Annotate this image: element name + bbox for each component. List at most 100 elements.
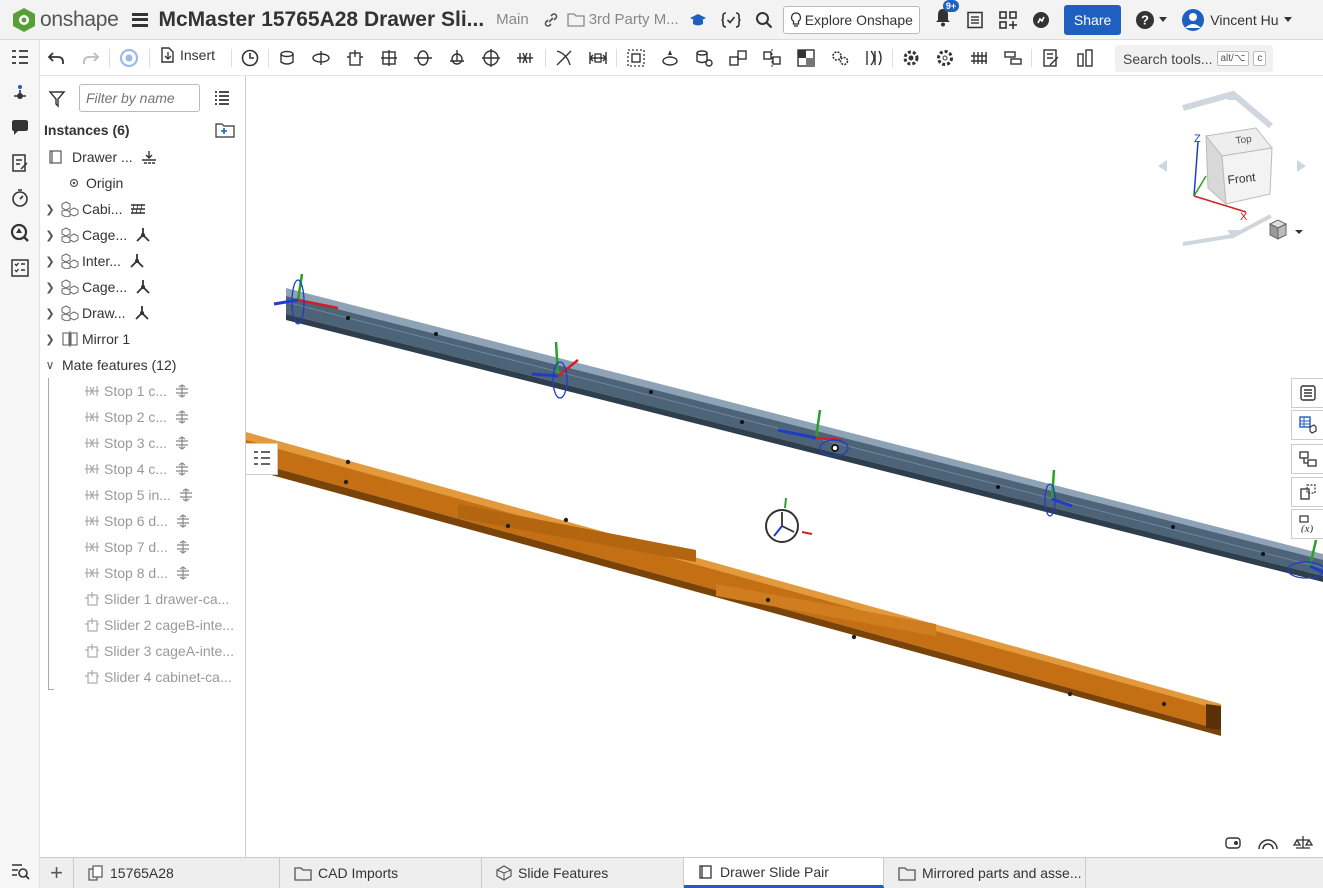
comments-icon[interactable]: [10, 118, 30, 138]
mass-properties-icon[interactable]: [1292, 836, 1314, 849]
gear-relation-icon[interactable]: [830, 48, 850, 68]
search-tools-input[interactable]: Search tools... alt/⌥ c: [1115, 45, 1273, 72]
measure-icon[interactable]: [1041, 48, 1061, 68]
mate-row[interactable]: Stop 5 in...: [40, 482, 246, 508]
model-render[interactable]: Top Front Z X: [246, 76, 1323, 857]
filter-icon[interactable]: [48, 90, 66, 113]
search-tabs-icon[interactable]: [10, 861, 30, 881]
chevron-right-icon[interactable]: ❯: [40, 333, 60, 346]
tab-mirrored-parts[interactable]: Mirrored parts and asse...: [884, 858, 1086, 888]
redo-icon[interactable]: [81, 48, 101, 68]
rack-pinion-icon[interactable]: [864, 48, 884, 68]
mate-row[interactable]: Stop 8 d...: [40, 560, 246, 586]
folder-breadcrumb[interactable]: 3rd Party M...: [567, 11, 679, 28]
replicate-icon[interactable]: [728, 48, 748, 68]
mate-row[interactable]: Stop 1 c...: [40, 378, 246, 404]
mate-row[interactable]: Stop 3 c...: [40, 430, 246, 456]
variables-panel-button[interactable]: (x): [1291, 509, 1323, 539]
rotate-left-icon[interactable]: [1158, 160, 1167, 172]
appearance-panel-button[interactable]: [1291, 378, 1323, 408]
mate-row[interactable]: Slider 3 cageA-inte...: [40, 638, 246, 664]
add-instance-icon[interactable]: [10, 83, 30, 103]
app-store-icon[interactable]: [998, 10, 1018, 30]
mate-features-header[interactable]: ∨ Mate features (12): [40, 352, 246, 378]
help-menu[interactable]: ?: [1135, 10, 1168, 30]
parallel-mate-icon[interactable]: [515, 48, 535, 68]
snapshot-icon[interactable]: [240, 48, 260, 68]
inspect-icon[interactable]: [10, 223, 30, 243]
mate-row[interactable]: Stop 6 d...: [40, 508, 246, 534]
chevron-down-icon[interactable]: ∨: [40, 358, 60, 372]
instance-row[interactable]: ❯ Mirror 1: [40, 326, 246, 352]
filter-input[interactable]: [79, 84, 200, 112]
chevron-right-icon[interactable]: ❯: [40, 229, 60, 242]
mate-row[interactable]: Slider 4 cabinet-ca...: [40, 664, 246, 690]
rotate-right-icon[interactable]: [1297, 160, 1306, 172]
chevron-right-icon[interactable]: ❯: [40, 203, 60, 216]
fastened-mate-icon[interactable]: [277, 48, 297, 68]
show-feature-tree-button[interactable]: [246, 443, 278, 475]
tab-15765A28[interactable]: 15765A28: [74, 858, 280, 888]
view-cube[interactable]: Top Front Z X: [1158, 90, 1306, 246]
link-icon[interactable]: [543, 12, 559, 28]
assembly-mates-panel-button[interactable]: [1291, 444, 1323, 474]
planar-mate-icon[interactable]: [379, 48, 399, 68]
pin-slot-mate-icon[interactable]: [447, 48, 467, 68]
release-icon[interactable]: [721, 11, 741, 29]
width-mate-icon[interactable]: [588, 48, 608, 68]
instance-row[interactable]: ❯ Cabi...: [40, 196, 246, 222]
checklist-icon[interactable]: [10, 258, 30, 278]
mate-row[interactable]: Slider 1 drawer-ca...: [40, 586, 246, 612]
improvement-request-icon[interactable]: [1032, 11, 1050, 29]
linear-pattern-icon[interactable]: [694, 48, 714, 68]
list-view-icon[interactable]: [214, 90, 230, 111]
learning-cap-icon[interactable]: [689, 12, 707, 28]
mate-row[interactable]: Stop 7 d...: [40, 534, 246, 560]
move-icon[interactable]: [1003, 48, 1023, 68]
graphics-viewport[interactable]: Top Front Z X: [246, 76, 1323, 857]
orange-slide-rail[interactable]: [246, 432, 1221, 736]
document-title[interactable]: McMaster 15765A28 Drawer Sli...: [158, 8, 484, 32]
chevron-right-icon[interactable]: ❯: [40, 307, 60, 320]
mate-row[interactable]: Stop 2 c...: [40, 404, 246, 430]
search-icon[interactable]: [755, 11, 773, 29]
linear-relation-icon[interactable]: [969, 48, 989, 68]
view-options-icon[interactable]: [1268, 219, 1303, 240]
group-icon[interactable]: [626, 48, 646, 68]
instance-row-origin[interactable]: Origin: [40, 170, 246, 196]
document-tasks-icon[interactable]: [966, 11, 984, 29]
revolute-mate-icon[interactable]: [311, 48, 331, 68]
instance-row[interactable]: ❯ Draw...: [40, 300, 246, 326]
mate-row[interactable]: Slider 2 cageB-inte...: [40, 612, 246, 638]
section-view-icon[interactable]: [1075, 48, 1095, 68]
mirror-icon[interactable]: [762, 48, 782, 68]
instance-row[interactable]: ❯ Cage...: [40, 274, 246, 300]
stopwatch-icon[interactable]: [10, 188, 30, 208]
slider-mate-icon[interactable]: [345, 48, 365, 68]
cylindrical-mate-icon[interactable]: [413, 48, 433, 68]
chevron-right-icon[interactable]: ❯: [40, 281, 60, 294]
gear-icon[interactable]: [901, 48, 921, 68]
instance-row[interactable]: ❯ Cage...: [40, 222, 246, 248]
ball-mate-icon[interactable]: [481, 48, 501, 68]
tab-slide-features[interactable]: Slide Features: [482, 858, 684, 888]
mate-connector-icon[interactable]: [660, 48, 680, 68]
share-button[interactable]: Share: [1063, 4, 1122, 35]
feature-list-icon[interactable]: [10, 48, 30, 68]
tab-drawer-slide-pair[interactable]: Drawer Slide Pair: [684, 858, 884, 888]
user-menu[interactable]: Vincent Hu: [1181, 8, 1292, 32]
add-tab-button[interactable]: +: [40, 858, 74, 888]
bom-icon[interactable]: [10, 153, 30, 173]
explore-onshape-button[interactable]: Explore Onshape: [782, 5, 920, 34]
render-mode-icon[interactable]: [1225, 837, 1241, 849]
tab-cad-imports[interactable]: CAD Imports: [280, 858, 482, 888]
insert-button[interactable]: Insert: [160, 47, 215, 63]
branch-label[interactable]: Main: [496, 11, 529, 28]
mate-row[interactable]: Stop 4 c...: [40, 456, 246, 482]
instance-row[interactable]: Drawer ...: [40, 144, 246, 170]
screw-relation-icon[interactable]: [935, 48, 955, 68]
explode-view-icon[interactable]: [796, 48, 816, 68]
tangent-mate-icon[interactable]: [554, 48, 574, 68]
undo-icon[interactable]: [46, 48, 66, 68]
regenerate-icon[interactable]: [119, 48, 139, 68]
